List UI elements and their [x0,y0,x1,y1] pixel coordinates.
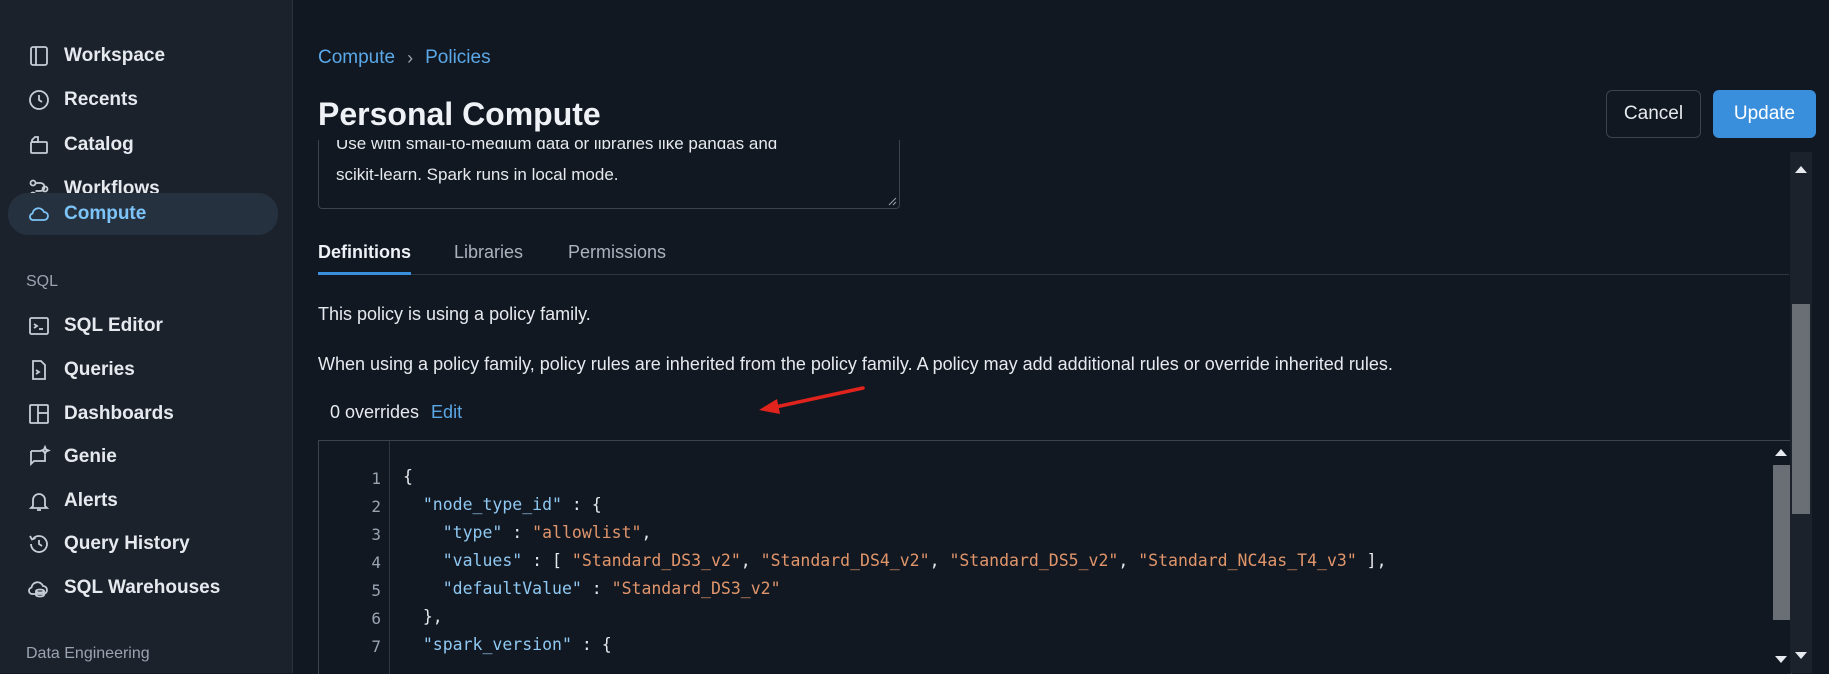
json-code-editor[interactable]: 1 2 3 4 5 6 7 { "node_type_id" : { "type… [318,440,1792,674]
sidebar-item-label: Compute [64,203,147,224]
sidebar-item-sql-editor[interactable]: SQL Editor [8,305,278,347]
scroll-up-icon[interactable] [1775,449,1787,456]
queries-icon [26,357,52,383]
policy-family-note: This policy is using a policy family. [318,304,591,324]
sidebar-item-label: Recents [64,89,138,110]
breadcrumb-compute-link[interactable]: Compute [318,47,395,69]
sidebar-item-alerts[interactable]: Alerts [8,480,278,522]
sidebar-item-label: Workspace [64,45,166,66]
line-number: 4 [371,553,381,572]
editor-scrollbar[interactable] [1771,441,1791,674]
sidebar-item-label: Catalog [64,134,134,155]
sidebar-item-queries[interactable]: Queries [8,349,278,391]
update-button[interactable]: Update [1713,90,1816,138]
line-number: 6 [371,609,381,628]
sidebar-item-catalog[interactable]: Catalog [8,124,278,166]
scroll-down-icon[interactable] [1775,656,1787,663]
warehouse-icon [26,575,52,601]
sidebar-item-dashboards[interactable]: Dashboards [8,393,278,435]
genie-icon [26,444,52,470]
edit-overrides-link[interactable]: Edit [431,402,462,423]
sidebar-item-label: Alerts [64,490,118,511]
line-number: 7 [371,637,381,656]
description-line: scikit-learn. Spark runs in local mode. [336,165,619,184]
workspace-icon [26,43,52,69]
breadcrumb-policies-link[interactable]: Policies [425,47,490,69]
policy-tabs: Definitions Libraries Permissions [318,234,1789,275]
code-line: "defaultValue" : "Standard_DS3_v2" [442,579,781,598]
code-line: "spark_version" : { [422,635,612,654]
catalog-icon [26,132,52,158]
breadcrumb-separator: › [407,47,414,68]
sidebar: Workspace Recents Catalog Workflows Comp… [0,0,293,673]
resize-grip-icon[interactable] [887,196,897,206]
overrides-row: 0 overrides Edit [330,402,462,423]
sidebar-item-label: SQL Editor [64,315,163,336]
dashboards-icon [26,401,52,427]
overrides-count: 0 overrides [330,402,420,422]
sidebar-item-recents[interactable]: Recents [8,79,278,121]
sidebar-item-query-history[interactable]: Query History [8,523,278,565]
description-line: Use with small-to-medium data or librari… [336,140,778,153]
sidebar-item-label: Query History [64,533,190,554]
tab-permissions[interactable]: Permissions [568,242,666,263]
description-text: Use with small-to-medium data or librari… [336,140,886,190]
line-number-gutter: 1 2 3 4 5 6 7 [319,441,390,674]
description-textarea[interactable]: Use with small-to-medium data or librari… [318,140,900,209]
code-line: "values" : [ "Standard_DS3_v2", "Standar… [442,551,1387,570]
code-line: }, [403,607,443,626]
bell-icon [26,488,52,514]
scroll-down-icon[interactable] [1795,652,1807,659]
tab-definitions[interactable]: Definitions [318,242,411,275]
code-line: "type" : "allowlist", [442,523,652,542]
sidebar-item-label: Genie [64,446,117,467]
code-line: { [403,467,413,486]
page-title: Personal Compute [318,96,601,132]
clock-icon [26,87,52,113]
data-engineering-section-label: Data Engineering [26,645,150,662]
code-line: "node_type_id" : { [422,495,602,514]
sidebar-item-label: Dashboards [64,403,174,424]
line-number: 2 [371,497,381,516]
page-scrollbar-thumb[interactable] [1792,304,1810,514]
sidebar-item-workspace[interactable]: Workspace [8,35,278,77]
sql-editor-icon [26,313,52,339]
sidebar-item-label: SQL Warehouses [64,577,221,598]
scroll-up-icon[interactable] [1795,166,1807,173]
annotation-arrow-icon [759,386,865,414]
history-icon [26,531,52,557]
line-number: 1 [371,469,381,488]
editor-scrollbar-thumb[interactable] [1773,465,1790,620]
tab-libraries[interactable]: Libraries [454,242,523,263]
line-number: 5 [371,581,381,600]
sql-section-label: SQL [26,273,59,290]
sidebar-item-compute[interactable]: Compute [8,193,278,235]
page-scrollbar[interactable] [1790,152,1812,673]
sidebar-item-label: Queries [64,359,135,380]
line-number: 3 [371,525,381,544]
policy-family-inherit-note: When using a policy family, policy rules… [318,354,1393,374]
main-content: Compute › Policies Personal Compute Canc… [293,0,1829,674]
cloud-icon [26,201,52,227]
cancel-button[interactable]: Cancel [1606,90,1701,138]
sidebar-item-sql-warehouses[interactable]: SQL Warehouses [8,567,278,609]
breadcrumb: Compute › Policies [318,47,491,69]
sidebar-item-genie[interactable]: Genie [8,436,278,478]
